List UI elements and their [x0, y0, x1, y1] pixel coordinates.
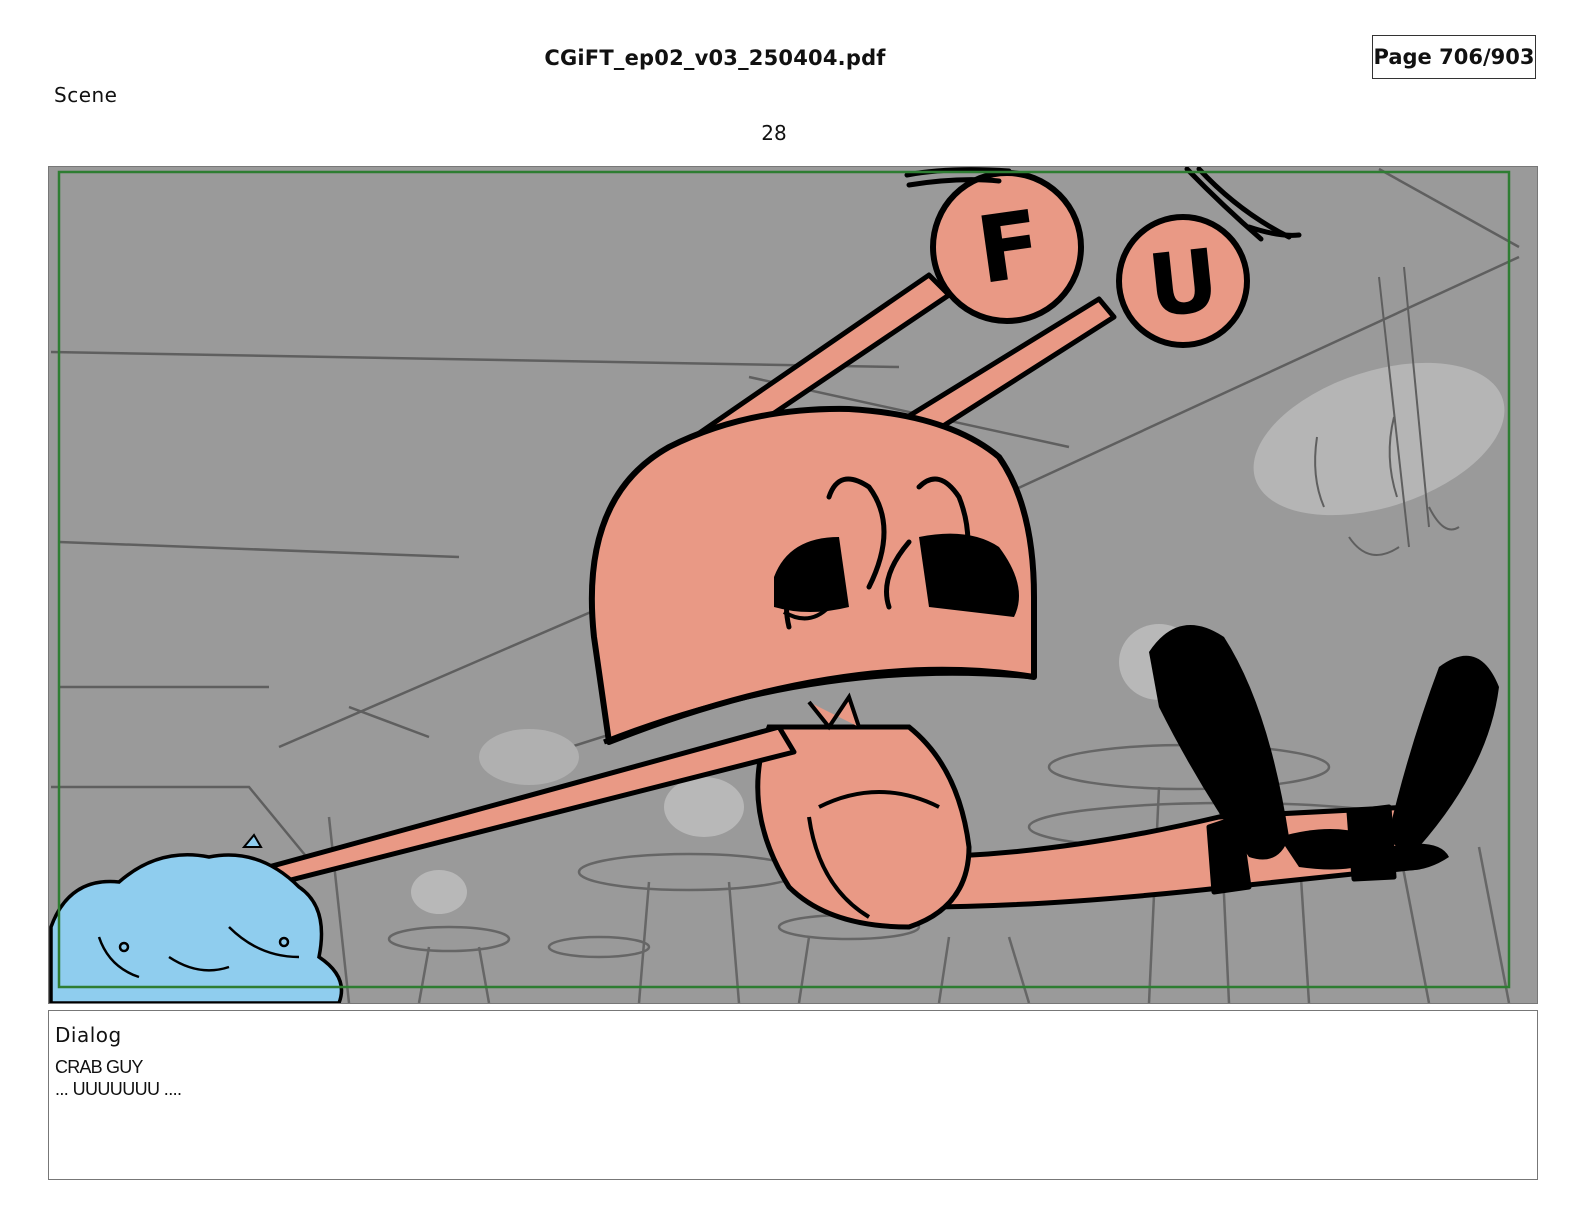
crab-eye-right: U: [1116, 214, 1250, 348]
eye-letter-u: U: [1143, 231, 1223, 338]
scene-label: Scene: [54, 83, 118, 107]
scene-number: 28: [761, 121, 787, 145]
storyboard-panel: F U: [48, 166, 1538, 1004]
dialog-line: ... UUUUUUU ....: [55, 1079, 182, 1099]
dialog-label: Dialog: [55, 1023, 122, 1047]
page-indicator: Page 706/903: [1372, 35, 1536, 79]
dialog-box: Dialog CRAB GUY ... UUUUUUU ....: [48, 1010, 1538, 1180]
crab-eye-left: F: [930, 170, 1084, 324]
document-title: CGiFT_ep02_v03_250404.pdf: [544, 46, 886, 70]
dialog-speaker: CRAB GUY: [55, 1057, 143, 1077]
storyboard-drawing: F U: [49, 167, 1537, 1003]
